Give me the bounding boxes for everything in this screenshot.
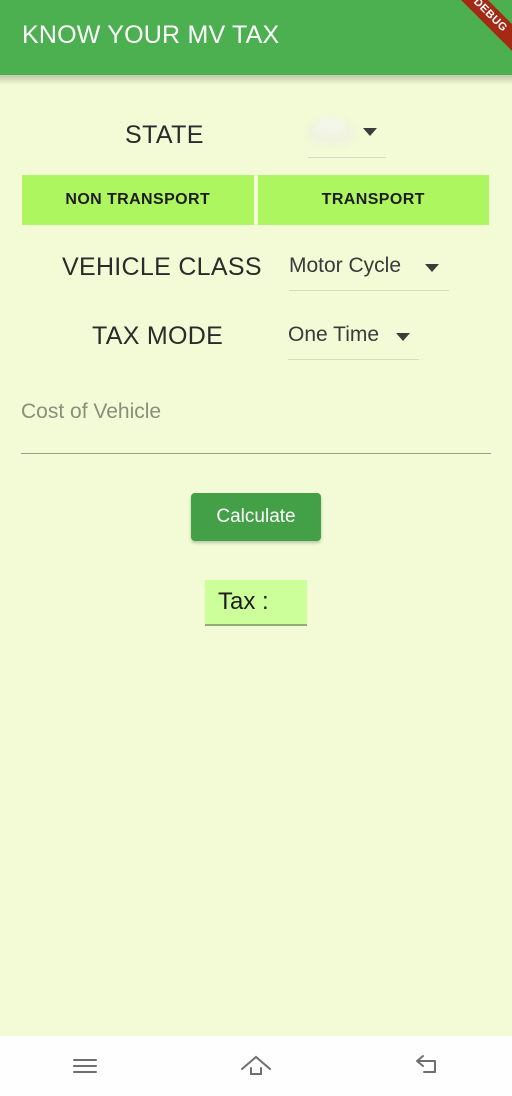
- menu-icon: [73, 1059, 98, 1073]
- tab-non-transport[interactable]: NON TRANSPORT: [22, 175, 254, 225]
- tab-transport-label: TRANSPORT: [321, 191, 425, 208]
- cost-of-vehicle-input[interactable]: [21, 400, 491, 424]
- transport-type-tabs: NON TRANSPORT TRANSPORT: [22, 175, 489, 225]
- chevron-down-icon: [425, 264, 439, 272]
- home-icon: [241, 1055, 271, 1075]
- page-title: KNOW YOUR MV TAX: [22, 21, 280, 49]
- state-value-blur-overlay: [317, 117, 345, 135]
- nav-recents-button[interactable]: [0, 1056, 171, 1076]
- nav-home-button[interactable]: [171, 1054, 342, 1078]
- tax-mode-underline: [288, 359, 419, 360]
- nav-back-button[interactable]: [341, 1054, 512, 1078]
- android-navigation-bar: [0, 1036, 512, 1096]
- vehicle-class-dropdown[interactable]: Motor Cycle: [289, 249, 449, 295]
- tax-result-label: Tax :: [218, 588, 269, 615]
- vehicle-class-label: VEHICLE CLASS: [62, 253, 262, 281]
- tab-transport[interactable]: TRANSPORT: [257, 175, 489, 225]
- state-underline: [308, 157, 386, 158]
- tax-result-box: Tax :: [205, 580, 307, 626]
- state-dropdown[interactable]: [305, 113, 387, 163]
- vehicle-class-row: VEHICLE CLASS Motor Cycle: [0, 245, 512, 300]
- chevron-down-icon: [363, 128, 377, 136]
- vehicle-class-underline: [289, 290, 449, 291]
- tax-mode-dropdown[interactable]: One Time: [288, 318, 420, 364]
- tax-mode-value: One Time: [288, 323, 380, 346]
- tab-non-transport-label: NON TRANSPORT: [65, 191, 211, 208]
- tax-mode-label: TAX MODE: [92, 322, 224, 350]
- app-screen: KNOW YOUR MV TAX DEBUG STATE NON TRANSPO…: [0, 0, 512, 1096]
- state-row: STATE: [0, 113, 512, 171]
- state-label: STATE: [125, 121, 204, 149]
- chevron-down-icon: [396, 333, 410, 341]
- vehicle-class-value: Motor Cycle: [289, 254, 402, 277]
- back-arrow-icon: [415, 1055, 436, 1073]
- calculate-button[interactable]: Calculate: [191, 493, 321, 541]
- header-shadow: [0, 75, 512, 85]
- app-header: KNOW YOUR MV TAX: [0, 0, 512, 75]
- tax-mode-row: TAX MODE One Time: [0, 314, 512, 369]
- form-content: STATE NON TRANSPORT TRANSPORT VEHICLE CL…: [0, 75, 512, 1036]
- cost-of-vehicle-field: [21, 390, 491, 455]
- cost-of-vehicle-underline: [21, 453, 491, 454]
